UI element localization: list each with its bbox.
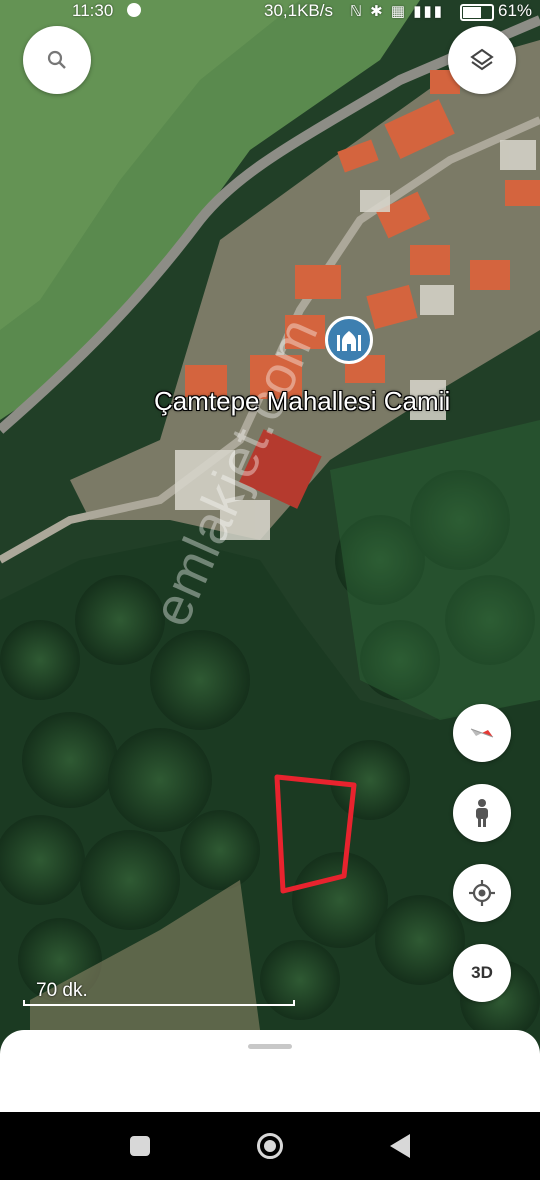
recents-icon[interactable]	[130, 1136, 150, 1156]
status-icons: ℕ ✱ ▦ ▮▮▮	[350, 3, 445, 20]
satellite-imagery	[0, 0, 540, 1112]
layers-icon	[470, 48, 494, 71]
navigation-bar	[0, 1112, 540, 1180]
compass-button[interactable]	[453, 704, 511, 762]
home-icon[interactable]	[257, 1133, 283, 1159]
battery-icon	[460, 4, 494, 21]
place-label[interactable]: Çamtepe Mahallesi Camii	[154, 386, 450, 417]
back-icon[interactable]	[390, 1134, 410, 1158]
mosque-icon[interactable]	[325, 316, 373, 364]
layers-button[interactable]	[448, 26, 516, 94]
my-location-icon	[469, 880, 495, 906]
3d-label: 3D	[471, 963, 493, 982]
clock: 11:30	[72, 1, 114, 20]
network-speed: 30,1KB/s	[264, 1, 333, 20]
notification-icon	[127, 3, 141, 17]
bottom-sheet[interactable]	[0, 1030, 540, 1112]
3d-button[interactable]: 3D	[453, 944, 511, 1002]
street-view-button[interactable]	[453, 784, 511, 842]
status-bar: 11:30 30,1KB/s ℕ ✱ ▦ ▮▮▮ 61%	[0, 0, 540, 26]
satellite-map[interactable]: emlakjet.com Çamtepe Mahallesi Camii 70 …	[0, 0, 540, 1112]
sheet-drag-handle[interactable]	[248, 1044, 292, 1049]
pegman-icon	[476, 799, 488, 827]
compass-icon	[470, 728, 494, 738]
my-location-button[interactable]	[453, 864, 511, 922]
search-icon	[47, 50, 66, 69]
scale-bar	[23, 1000, 295, 1006]
scale-label: 70 dk.	[36, 980, 88, 1001]
battery-percent: 61%	[498, 1, 533, 20]
search-button[interactable]	[23, 26, 91, 94]
